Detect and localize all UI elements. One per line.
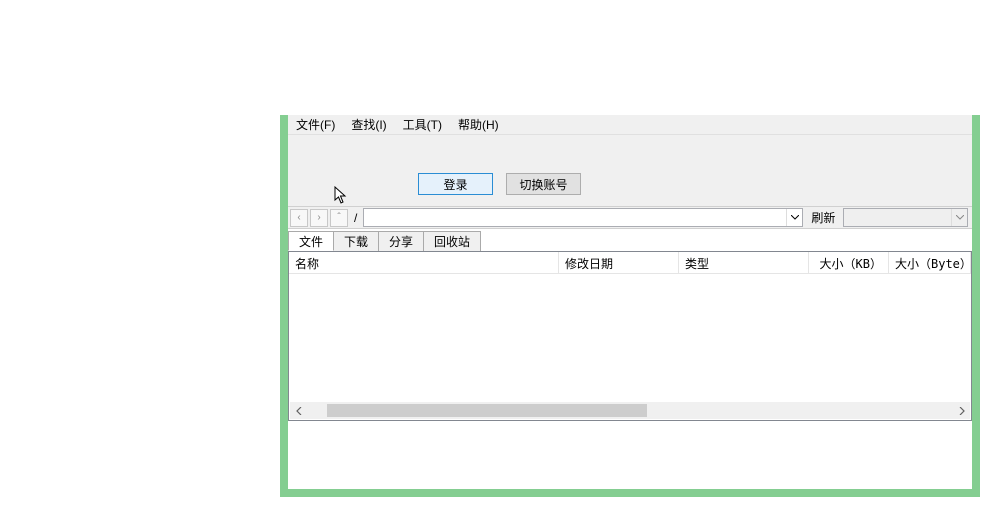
filter-combobox[interactable] [843,208,968,227]
tab-share[interactable]: 分享 [378,231,424,251]
window: 文件(F) 查找(I) 工具(T) 帮助(H) 登录 切换账号 ‹ › ˆ / [280,115,980,497]
nav-back-button[interactable]: ‹ [290,209,308,227]
file-listview[interactable]: 名称 修改日期 类型 大小（KB） 大小（Byte） [288,251,972,421]
chevron-down-icon[interactable] [786,209,802,226]
column-size-byte[interactable]: 大小（Byte） [889,252,971,273]
path-combobox[interactable] [363,208,803,227]
menu-find[interactable]: 查找(I) [347,114,390,135]
column-name[interactable]: 名称 [289,252,559,273]
tab-files[interactable]: 文件 [288,231,334,251]
scroll-track[interactable] [307,402,953,419]
switch-account-button[interactable]: 切换账号 [506,173,581,195]
list-header: 名称 修改日期 类型 大小（KB） 大小（Byte） [289,252,971,274]
refresh-button[interactable]: 刷新 [805,209,841,226]
nav-forward-button[interactable]: › [310,209,328,227]
menu-help[interactable]: 帮助(H) [454,114,503,135]
horizontal-scrollbar[interactable] [290,402,970,419]
column-size-kb[interactable]: 大小（KB） [809,252,889,273]
path-separator: / [350,211,361,225]
tab-downloads[interactable]: 下载 [333,231,379,251]
chevron-down-icon[interactable] [951,209,967,226]
nav-up-button[interactable]: ˆ [330,209,348,227]
scroll-thumb[interactable] [327,404,647,417]
menu-file[interactable]: 文件(F) [292,114,339,135]
tabbar: 文件 下载 分享 回收站 [288,229,972,251]
column-type[interactable]: 类型 [679,252,809,273]
cursor-icon [334,186,350,209]
navbar: ‹ › ˆ / 刷新 [288,207,972,229]
menu-tools[interactable]: 工具(T) [399,114,446,135]
login-button[interactable]: 登录 [418,173,493,195]
tab-recycle[interactable]: 回收站 [423,231,481,251]
scroll-right-icon[interactable] [953,402,970,419]
scroll-left-icon[interactable] [290,402,307,419]
toolbar: 登录 切换账号 [288,135,972,207]
menubar: 文件(F) 查找(I) 工具(T) 帮助(H) [288,115,972,135]
column-date[interactable]: 修改日期 [559,252,679,273]
